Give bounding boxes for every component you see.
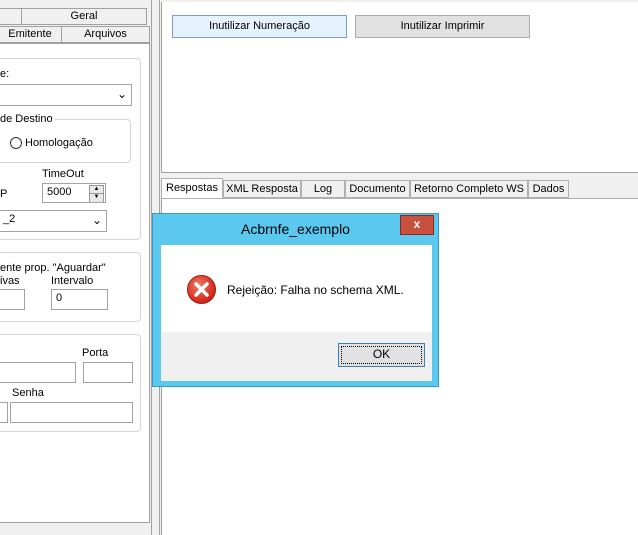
inutilizar-numeracao-button[interactable]: Inutilizar Numeração (172, 15, 347, 38)
porta-label: Porta (82, 347, 109, 359)
dialog-body: Rejeição: Falha no schema XML. OK (161, 245, 432, 381)
dialog-close-button[interactable]: x (400, 215, 434, 235)
tab-respostas[interactable]: Respostas (161, 178, 223, 199)
tab-documento[interactable]: Documento (345, 180, 410, 198)
tab-emitente[interactable]: Emitente (0, 26, 62, 43)
porta-input[interactable] (83, 362, 133, 383)
senha-input[interactable] (10, 402, 133, 423)
ssl-type-select[interactable]: _2 ⌄ (0, 210, 107, 232)
intervalo-label: Intervalo (51, 275, 94, 287)
usuario-input[interactable] (0, 402, 8, 423)
tab-retorno-completo-ws[interactable]: Retorno Completo WS (410, 180, 528, 198)
dialog-title: Acbrnfe_exemplo (241, 221, 350, 237)
close-icon: x (413, 217, 421, 231)
ambiente-label: de Destino (0, 113, 55, 125)
tab-dados[interactable]: Dados (528, 180, 569, 198)
horizontal-splitter[interactable] (161, 172, 638, 178)
form-label: e: (0, 68, 10, 80)
inutilizar-imprimir-button[interactable]: Inutilizar Imprimir (355, 15, 530, 38)
tab-geral[interactable]: Geral (21, 8, 147, 25)
aguardar-label: ente prop. "Aguardar" (0, 262, 106, 274)
senha-label: Senha (12, 387, 44, 399)
chevron-down-icon: ⌄ (91, 213, 102, 227)
dialog-message: Rejeição: Falha no schema XML. (227, 283, 404, 297)
tab-left-hidden[interactable] (0, 8, 22, 25)
radio-homologacao[interactable] (10, 137, 22, 149)
timeout-value: 5000 (47, 186, 72, 198)
ssl-type-value: _2 (3, 213, 16, 225)
dialog-message-area: Rejeição: Falha no schema XML. (161, 245, 432, 332)
timeout-label: TimeOut (42, 168, 84, 180)
timeout-spinner[interactable]: 5000 ▲ ▼ (42, 183, 106, 203)
tab-xml-resposta[interactable]: XML Resposta (223, 180, 301, 198)
host-input[interactable] (0, 362, 76, 383)
radio-homologacao-label: Homologação (25, 137, 93, 149)
left-config-panel: Geral Emitente Arquivos e: ⌄ de Destino … (0, 0, 152, 535)
tentativas-label: ivas (0, 275, 20, 287)
tentativas-input[interactable] (0, 289, 25, 310)
tab-arquivos[interactable]: Arquivos (61, 26, 150, 43)
message-dialog: Acbrnfe_exemplo x Rejeição: Falha no sch… (152, 213, 439, 387)
chevron-down-icon: ⌄ (116, 87, 127, 101)
error-icon (187, 275, 216, 304)
uf-select[interactable]: ⌄ (0, 84, 132, 106)
ok-button[interactable]: OK (338, 343, 425, 367)
intervalo-input[interactable]: 0 (51, 289, 108, 310)
top-tab-strip-edge (161, 0, 638, 2)
p-label: P (0, 188, 8, 200)
tab-log[interactable]: Log (301, 180, 345, 198)
spinner-down-icon[interactable]: ▼ (89, 193, 104, 202)
